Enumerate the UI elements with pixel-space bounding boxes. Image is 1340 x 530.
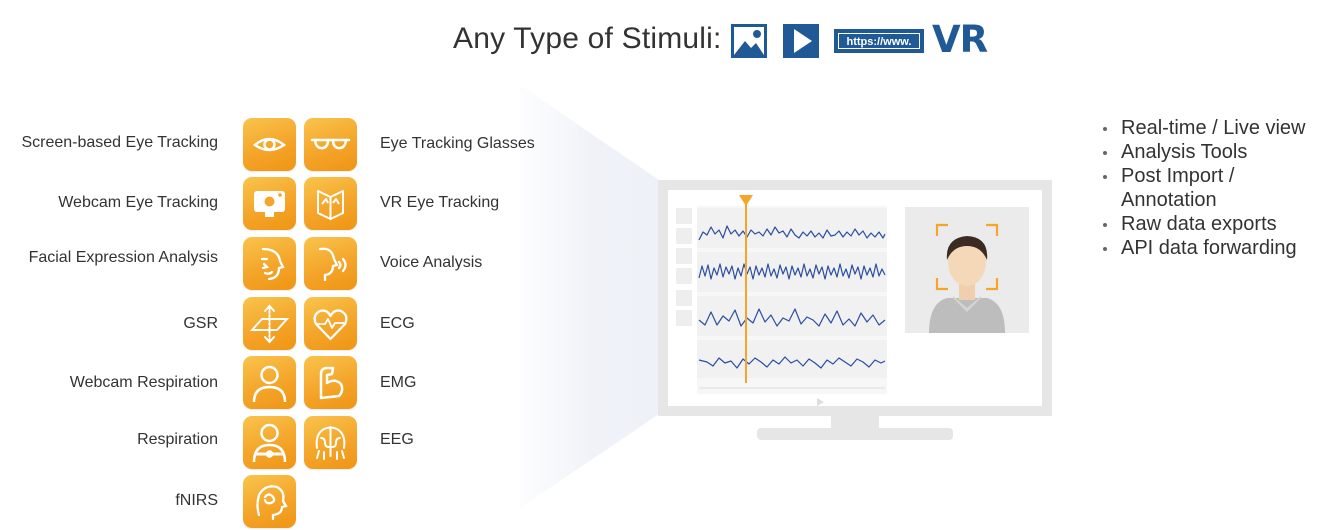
heart-icon [304, 297, 357, 350]
webcam-icon [243, 177, 296, 230]
sensor-label-webcam-eye-tracking: Webcam Eye Tracking [58, 194, 218, 211]
eeg-icon [304, 416, 357, 469]
feature-list: Real-time / Live view Analysis Tools Pos… [1101, 116, 1306, 260]
vr-icon: VR [932, 18, 988, 61]
sensor-label-screen-eye-tracking: Screen-based Eye Tracking [21, 134, 218, 151]
monitor-icon [658, 180, 1052, 440]
play-icon [783, 24, 819, 58]
feature-item: Analysis Tools [1101, 140, 1306, 164]
url-label: https://www. [838, 33, 920, 49]
stimuli-header: Any Type of Stimuli: https://www. VR [0, 14, 1340, 66]
sensor-label-facial-expression: Facial Expression Analysis [28, 249, 218, 266]
sensor-label-fnirs: fNIRS [175, 492, 218, 509]
glasses-icon [304, 118, 357, 171]
stimuli-title: Any Type of Stimuli: [453, 22, 722, 55]
sensor-label-voice-analysis: Voice Analysis [380, 254, 483, 271]
sensor-label-vr-eye-tracking: VR Eye Tracking [380, 194, 500, 211]
brain-head-icon [243, 475, 296, 528]
eye-icon [243, 118, 296, 171]
person-icon [243, 356, 296, 409]
feature-item: Post Import / Annotation [1101, 164, 1306, 212]
image-icon [731, 24, 767, 58]
sensor-label-eeg: EEG [380, 431, 414, 448]
feature-item: Raw data exports [1101, 212, 1306, 236]
sensor-label-ecg: ECG [380, 315, 415, 332]
arm-muscle-icon [304, 356, 357, 409]
sensor-label-emg: EMG [380, 374, 417, 391]
gsr-icon [243, 297, 296, 350]
voice-icon [304, 237, 357, 290]
url-icon: https://www. [834, 29, 924, 53]
sensor-label-respiration: Respiration [137, 431, 218, 448]
feature-item: API data forwarding [1101, 236, 1306, 260]
sensor-label-webcam-respiration: Webcam Respiration [69, 374, 218, 391]
respiration-belt-icon [243, 416, 296, 469]
sensor-label-gsr: GSR [183, 315, 218, 332]
vr-headset-icon [304, 177, 357, 230]
sensor-label-eye-tracking-glasses: Eye Tracking Glasses [380, 135, 535, 152]
feature-item: Real-time / Live view [1101, 116, 1306, 140]
face-icon [243, 237, 296, 290]
